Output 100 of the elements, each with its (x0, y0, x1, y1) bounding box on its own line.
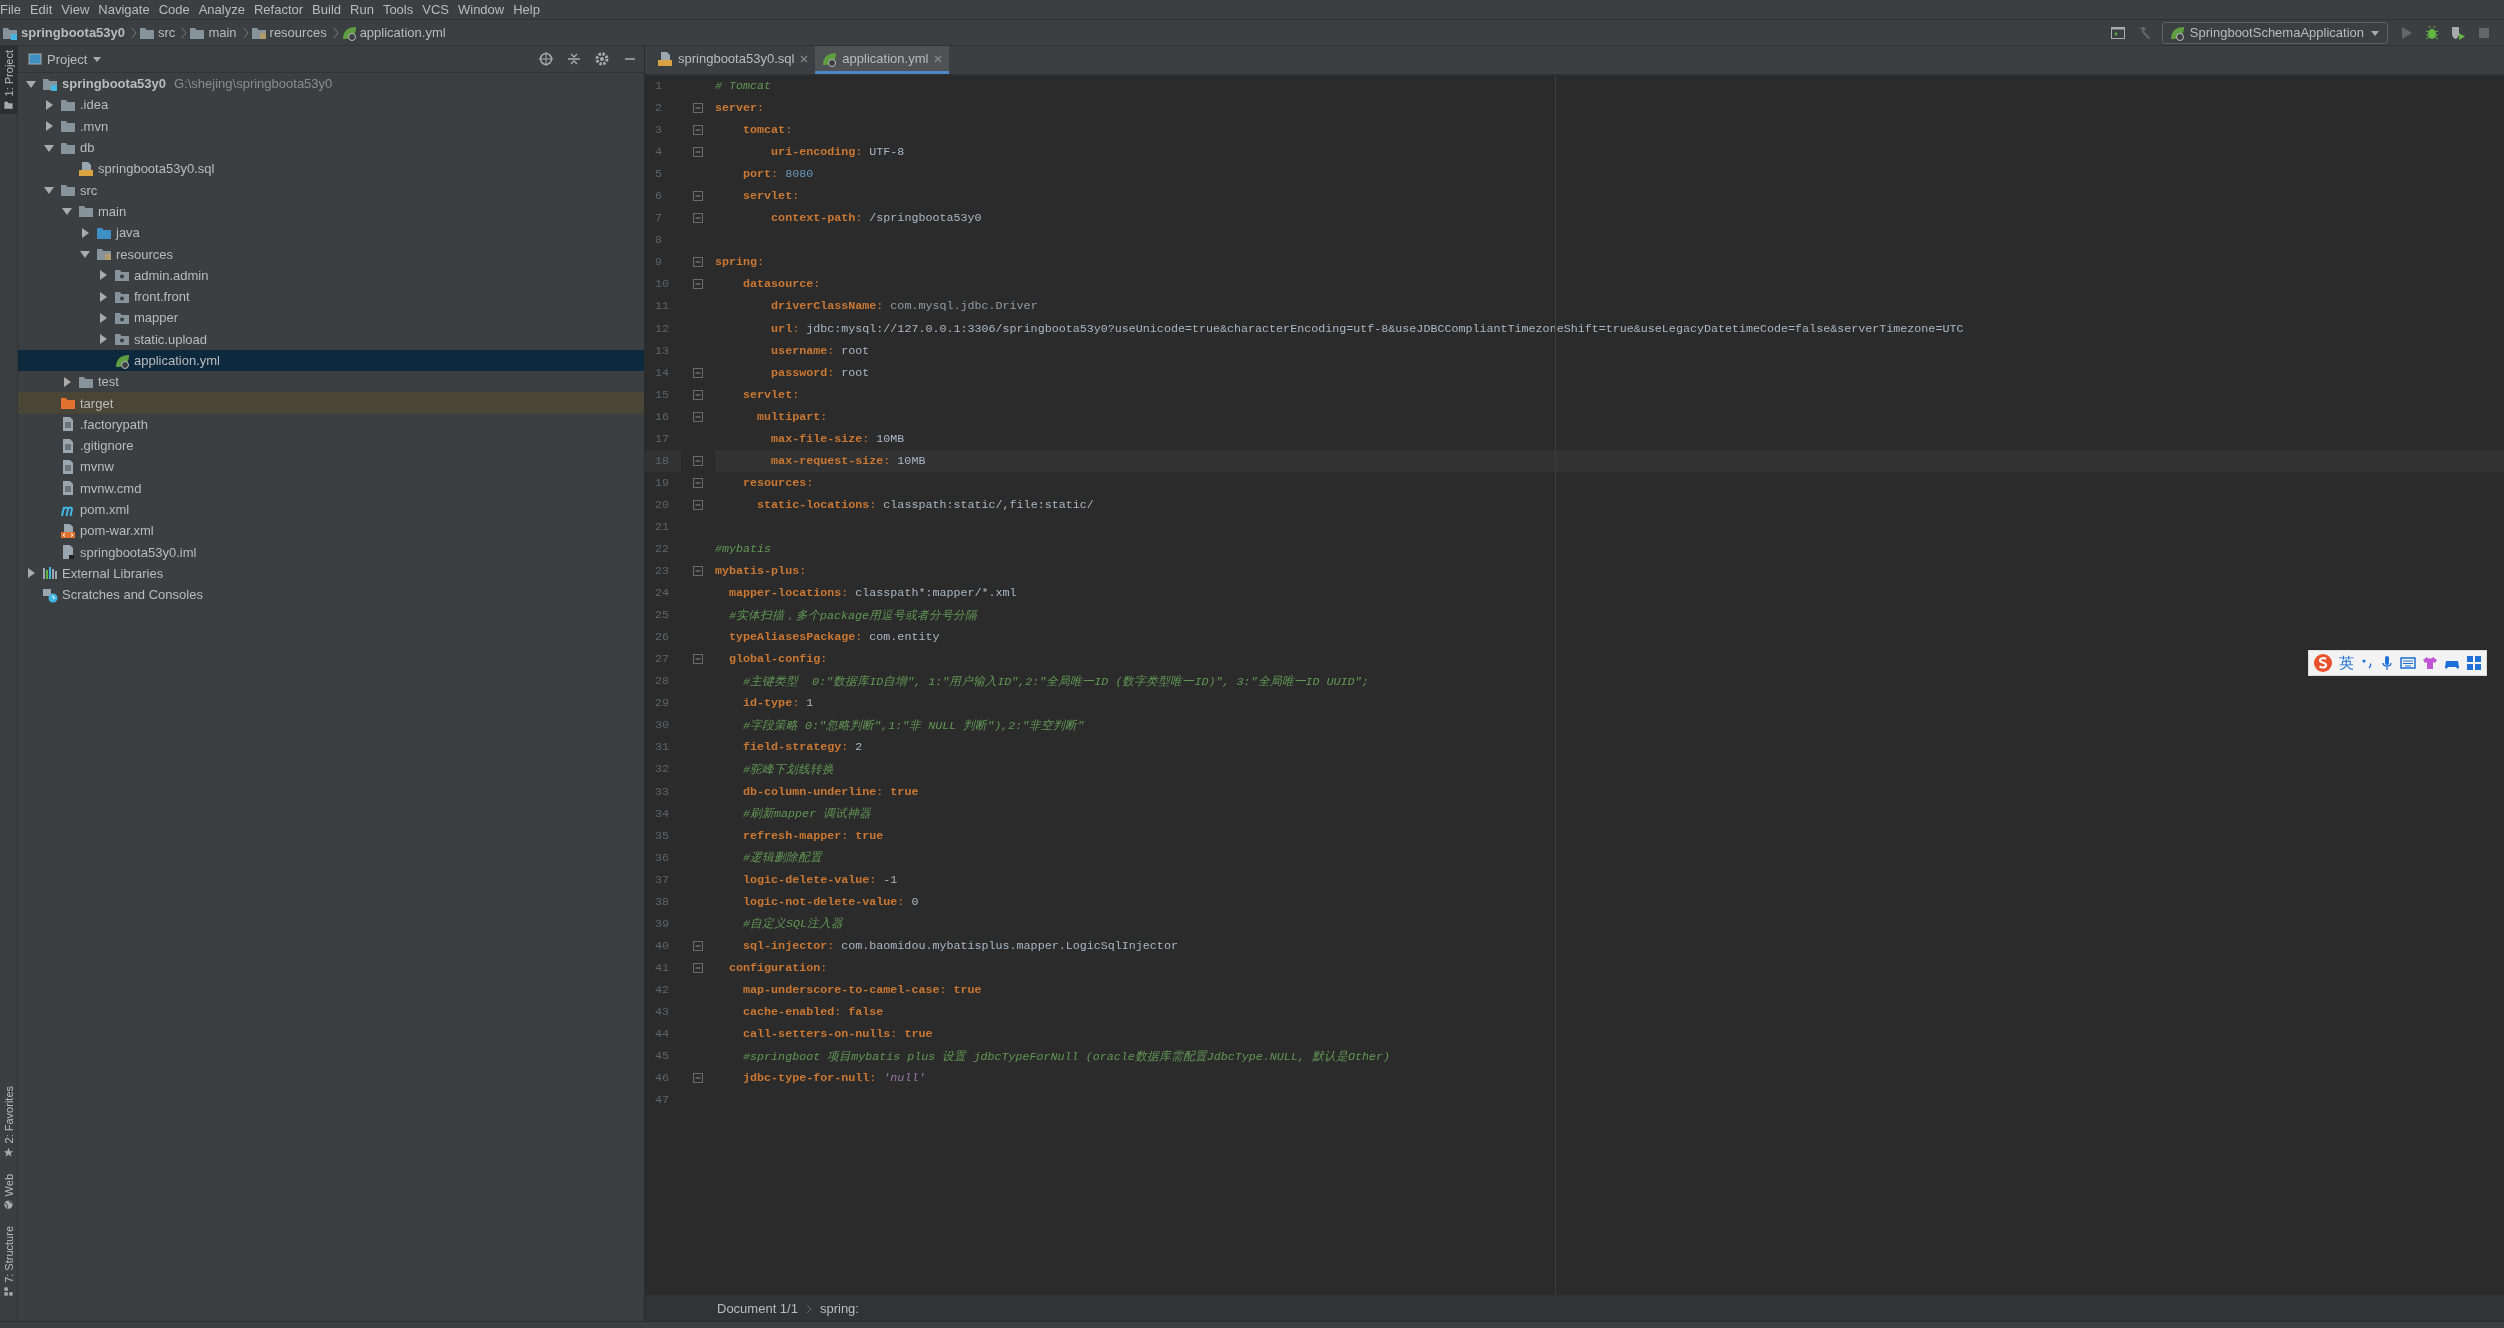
logo-icon[interactable] (2313, 653, 2333, 673)
tool-window-button[interactable]: Web (0, 1169, 17, 1215)
package-folder-icon (114, 331, 130, 348)
menu-item[interactable]: Build (312, 2, 347, 17)
code-line: server: (715, 101, 765, 116)
menu-item[interactable]: Analyze (198, 2, 251, 17)
breadcrumb-item[interactable]: springboota53y0 (2, 24, 126, 41)
collapse-icon[interactable] (566, 51, 582, 67)
tree-item[interactable]: pom-war.xml (18, 520, 644, 542)
tree-item[interactable]: application.yml (18, 349, 644, 372)
input-mode-toggle[interactable]: 英 (2339, 653, 2354, 673)
line-number: 23 (654, 563, 671, 581)
tree-item[interactable]: springboota53y0.iml (18, 541, 644, 563)
keyboard-icon[interactable] (2400, 655, 2416, 671)
breadcrumb-item[interactable]: Document 1/1 (717, 1301, 798, 1316)
project-view-dropdown[interactable]: Project (28, 51, 103, 67)
tree-item[interactable]: springboota53y0.sql (18, 158, 644, 180)
menu-item[interactable]: Refactor (253, 2, 310, 17)
code-line: password: root (770, 365, 870, 380)
tree-item[interactable]: static.upload (18, 328, 644, 350)
tool-window-button[interactable]: 1: Project (0, 46, 17, 115)
tool-window-button[interactable]: 7: Structure (0, 1222, 17, 1301)
editor-tab[interactable]: application.yml (815, 46, 950, 74)
menu-item[interactable]: Tools (382, 2, 420, 17)
bug-icon[interactable] (2424, 24, 2440, 41)
tree-item[interactable]: springboota53y0 G:\shejing\springboota53y0 (18, 73, 644, 95)
tree-item[interactable]: mvnw (18, 456, 644, 478)
tree-item[interactable]: main (18, 200, 644, 223)
star-icon (3, 1146, 14, 1158)
line-number: 47 (654, 1092, 671, 1110)
caret-right-icon[interactable] (80, 227, 90, 238)
tool-window-button[interactable]: 2: Favorites (0, 1082, 17, 1162)
tree-item[interactable]: db (18, 136, 644, 159)
breadcrumb-item[interactable]: application.yml (340, 24, 446, 41)
close-icon[interactable] (799, 53, 810, 64)
tree-item[interactable]: resources (18, 243, 644, 265)
line-number: 42 (654, 981, 671, 999)
tree-item[interactable]: pom.xml (18, 498, 644, 521)
caret-down-icon[interactable] (26, 78, 36, 89)
tree-item[interactable]: test (18, 371, 644, 393)
shirt-icon[interactable] (2422, 655, 2438, 671)
settings-icon[interactable] (594, 51, 610, 67)
breadcrumb-item[interactable]: main (189, 24, 237, 41)
folder-icon (78, 203, 94, 220)
menu-item[interactable]: File (0, 2, 27, 17)
code-line: field-strategy: 2 (742, 740, 863, 755)
caret-right-icon[interactable] (44, 99, 54, 110)
menu-item[interactable]: VCS (422, 2, 455, 17)
tree-item[interactable]: src (18, 179, 644, 201)
caret-down-icon[interactable] (44, 142, 54, 153)
tree-item[interactable]: front.front (18, 285, 644, 308)
tree-item[interactable]: target (18, 392, 644, 414)
tree-item[interactable]: External Libraries (18, 562, 644, 585)
tree-item[interactable]: .mvn (18, 115, 644, 137)
line-number: 38 (654, 893, 671, 911)
code-line: sql-injector: com.baomidou.mybatisplus.mapper.LogicSqlInjector (742, 938, 1178, 953)
caret-down-icon[interactable] (62, 206, 72, 217)
microphone-icon[interactable] (2380, 655, 2394, 671)
menu-item[interactable]: Code (158, 2, 196, 17)
editor-tab[interactable]: springboota53y0.sql (651, 46, 816, 74)
breadcrumb-item[interactable]: spring: (819, 1301, 859, 1316)
caret-right-icon[interactable] (98, 334, 108, 345)
folder-icon (60, 395, 76, 412)
tree-item[interactable]: java (18, 222, 644, 244)
window-icon[interactable] (2109, 24, 2126, 41)
caret-down-icon[interactable] (44, 185, 54, 196)
line-number: 44 (654, 1026, 671, 1044)
tree-item[interactable]: .idea (18, 94, 644, 116)
folder-icon (60, 182, 76, 199)
caret-right-icon[interactable] (62, 376, 72, 387)
code-line: #自定义SQL注入器 (742, 916, 844, 932)
menu-item[interactable]: Navigate (98, 2, 156, 17)
caret-right-icon[interactable] (98, 312, 108, 323)
file-icon (60, 480, 76, 497)
menu-item[interactable]: Run (350, 2, 380, 17)
caret-right-icon[interactable] (44, 121, 54, 132)
grid-icon[interactable] (2466, 655, 2482, 671)
line-number: 43 (654, 1004, 671, 1021)
caret-right-icon[interactable] (26, 568, 36, 579)
breadcrumb-item[interactable]: resources (250, 24, 327, 41)
tree-item[interactable]: .factorypath (18, 413, 644, 436)
caret-down-icon[interactable] (80, 249, 90, 259)
tree-item[interactable]: .gitignore (18, 435, 644, 457)
crosshair-icon[interactable] (538, 51, 554, 67)
caret-right-icon[interactable] (98, 291, 108, 302)
run-configuration-dropdown[interactable]: SpringbootSchemaApplication (2161, 21, 2388, 44)
caret-right-icon[interactable] (98, 270, 108, 281)
breadcrumb-item[interactable]: src (139, 24, 176, 41)
tree-item[interactable]: admin.admin (18, 264, 644, 286)
menu-item[interactable]: View (61, 2, 96, 17)
shield-play-icon[interactable] (2450, 24, 2466, 41)
menu-item[interactable]: Edit (29, 2, 59, 17)
menu-item[interactable]: Help (513, 2, 546, 17)
tree-item[interactable]: mvnw.cmd (18, 477, 644, 499)
code-line: #刷新mapper 调试神器 (742, 806, 872, 822)
tree-item[interactable]: Scratches and Consoles (18, 584, 644, 606)
line-number: 14 (654, 364, 671, 382)
menu-item[interactable]: Window (457, 2, 511, 17)
line-number: 33 (654, 783, 671, 801)
tree-item[interactable]: mapper (18, 307, 644, 329)
